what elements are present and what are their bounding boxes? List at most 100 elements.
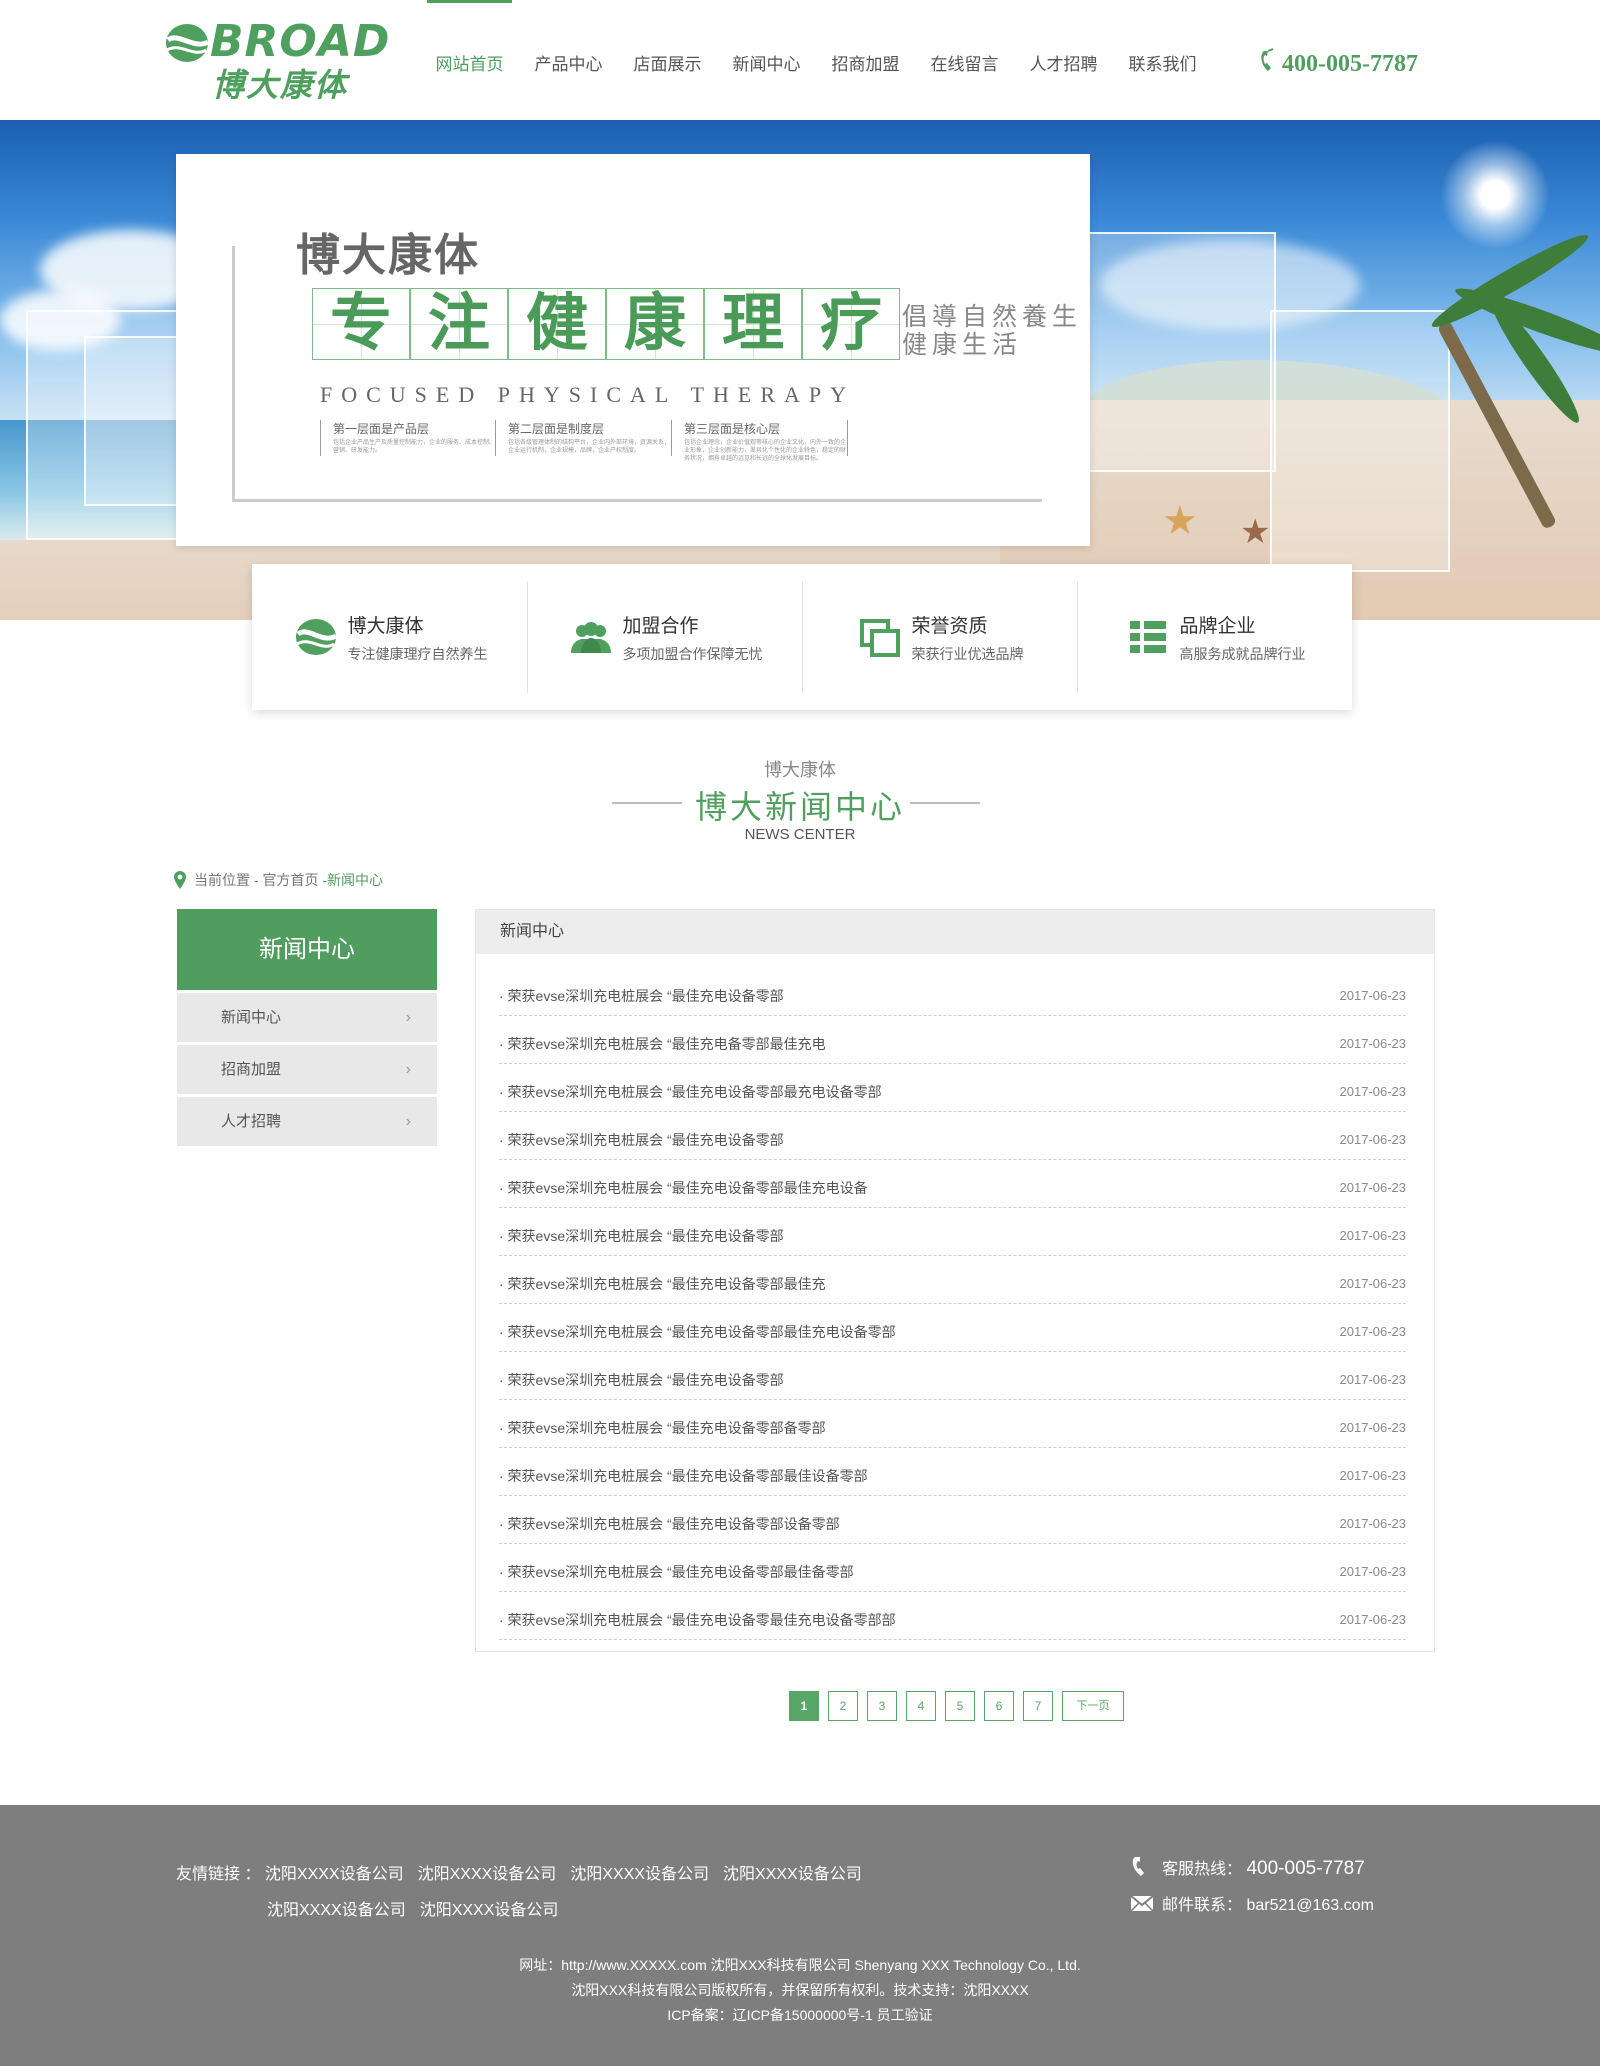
news-item[interactable]: · 荣获evse深圳充电桩展会 “最佳充电设备零部最佳充电设备 2017-06-2…: [499, 1160, 1406, 1208]
news-date: 2017-06-23: [1339, 1228, 1407, 1243]
footer-email-address[interactable]: bar521@163.com: [1246, 1897, 1373, 1914]
news-item[interactable]: · 荣获evse深圳充电桩展会 “最佳充电设备零部最佳备零部 2017-06-23: [499, 1544, 1406, 1592]
page-button[interactable]: 6: [984, 1691, 1014, 1721]
nav-products[interactable]: 产品中心: [519, 0, 618, 120]
sidebar-item-news[interactable]: 新闻中心 ›: [177, 993, 437, 1042]
site-header: BROAD 博大康体 网站首页 产品中心 店面展示 新闻中心 招商加盟 在线留言…: [0, 0, 1600, 120]
next-page-button[interactable]: 下一页: [1062, 1691, 1124, 1721]
site-logo[interactable]: BROAD 博大康体: [164, 16, 389, 103]
feature-desc: 高服务成就品牌行业: [1179, 645, 1306, 662]
feature-item[interactable]: 品牌企业 高服务成就品牌行业: [1077, 581, 1352, 693]
chevron-right-icon: ›: [405, 1009, 411, 1026]
breadcrumb-current: 新闻中心: [327, 872, 383, 888]
news-panel: 新闻中心 · 荣获evse深圳充电桩展会 “最佳充电设备零部 2017-06-23…: [475, 909, 1435, 1652]
sidebar-title: 新闻中心: [177, 909, 437, 990]
banner-sun: [1440, 140, 1550, 250]
news-title[interactable]: · 荣获evse深圳充电桩展会 “最佳充电设备零部最佳充电设备零部: [499, 1322, 896, 1342]
banner-card: 博大康体 专 注 健 康 理 疗 倡導自然養生 健康生活 FOCUSED PHY…: [176, 154, 1090, 546]
slogan-char: 健: [508, 288, 606, 360]
page-button[interactable]: 1: [789, 1691, 819, 1721]
footer-hotline-number: 400-005-7787: [1246, 1858, 1365, 1879]
layer-desc: 包括企业产品生产及质量控制能力，企业的服务、成本控制、营销、研发能力。: [333, 440, 496, 454]
news-item[interactable]: · 荣获evse深圳充电桩展会 “最佳充电设备零部最充电设备零部 2017-06-…: [499, 1064, 1406, 1112]
main-nav: 网站首页 产品中心 店面展示 新闻中心 招商加盟 在线留言 人才招聘 联系我们: [420, 0, 1212, 120]
sidebar-item-careers[interactable]: 人才招聘 ›: [177, 1097, 437, 1146]
news-item[interactable]: · 荣获evse深圳充电桩展会 “最佳充电设备零部最佳设备零部 2017-06-2…: [499, 1448, 1406, 1496]
news-title[interactable]: · 荣获evse深圳充电桩展会 “最佳充电设备零部最佳备零部: [499, 1562, 854, 1582]
nav-news[interactable]: 新闻中心: [717, 0, 816, 120]
pagination: 1 2 3 4 5 6 7 下一页: [789, 1691, 1124, 1721]
layer-desc: 包括企业理念，企业价值观等核心的企业文化，内外一致的企业形象，企业创新能力，差异…: [684, 440, 847, 462]
email-label: 邮件联系：: [1162, 1897, 1243, 1914]
news-item[interactable]: · 荣获evse深圳充电桩展会 “最佳充电设备零部最佳充电设备零部 2017-06…: [499, 1304, 1406, 1352]
news-date: 2017-06-23: [1339, 1324, 1407, 1339]
hotline-label: 客服热线：: [1162, 1861, 1243, 1878]
news-date: 2017-06-23: [1339, 1084, 1407, 1099]
news-item[interactable]: · 荣获evse深圳充电桩展会 “最佳充电设备零部设备零部 2017-06-23: [499, 1496, 1406, 1544]
feature-title: 加盟合作: [622, 615, 699, 637]
news-title[interactable]: · 荣获evse深圳充电桩展会 “最佳充电设备零部: [499, 1226, 784, 1246]
side-text-line: 健康生活: [902, 332, 1023, 359]
friend-link[interactable]: 沈阳XXXX设备公司: [420, 1902, 559, 1919]
page-button[interactable]: 3: [867, 1691, 897, 1721]
footer-icp[interactable]: ICP备案：辽ICP备15000000号-1 员工验证: [0, 2003, 1600, 2028]
feature-item[interactable]: 博大康体 专注健康理疗自然养生: [252, 581, 527, 693]
feature-title: 品牌企业: [1179, 615, 1256, 637]
news-title[interactable]: · 荣获evse深圳充电桩展会 “最佳充电设备零部: [499, 1370, 784, 1390]
friend-link[interactable]: 沈阳XXXX设备公司: [570, 1866, 709, 1883]
news-title[interactable]: · 荣获evse深圳充电桩展会 “最佳充电设备零最佳充电设备零部部: [499, 1610, 896, 1630]
page-button[interactable]: 7: [1023, 1691, 1053, 1721]
friend-link[interactable]: 沈阳XXXX设备公司: [267, 1902, 406, 1919]
news-title[interactable]: · 荣获evse深圳充电桩展会 “最佳充电设备零部最充电设备零部: [499, 1082, 882, 1102]
nav-message[interactable]: 在线留言: [915, 0, 1014, 120]
nav-contact[interactable]: 联系我们: [1113, 0, 1212, 120]
news-title[interactable]: · 荣获evse深圳充电桩展会 “最佳充电设备零部设备零部: [499, 1514, 840, 1534]
news-title[interactable]: · 荣获evse深圳充电桩展会 “最佳充电设备零部最佳充: [499, 1274, 826, 1294]
sidebar-item-label: 新闻中心: [221, 1009, 282, 1026]
banner-frame: [1270, 310, 1450, 572]
layer-block: 第二层面是制度层 包括各级管理体制的结构平台，企业内外部环境，资源关系，企业运行…: [496, 420, 672, 456]
feature-item[interactable]: 加盟合作 多项加盟合作保障无忧: [527, 581, 802, 693]
slogan-char: 注: [410, 288, 508, 360]
breadcrumb-path[interactable]: 当前位置 - 官方首页 -: [194, 870, 327, 890]
nav-stores[interactable]: 店面展示: [618, 0, 717, 120]
news-item[interactable]: · 荣获evse深圳充电桩展会 “最佳充电备零部最佳充电 2017-06-23: [499, 1016, 1406, 1064]
news-date: 2017-06-23: [1339, 1132, 1407, 1147]
friend-link[interactable]: 沈阳XXXX设备公司: [418, 1866, 557, 1883]
feature-item[interactable]: 荣誉资质 荣获行业优选品牌: [802, 581, 1077, 693]
news-item[interactable]: · 荣获evse深圳充电桩展会 “最佳充电设备零部 2017-06-23: [499, 1208, 1406, 1256]
nav-home[interactable]: 网站首页: [420, 0, 519, 120]
footer-contact: 客服热线： 400-005-7787 邮件联系： bar521@163.com: [1130, 1851, 1374, 1924]
friend-link[interactable]: 沈阳XXXX设备公司: [265, 1866, 404, 1883]
news-date: 2017-06-23: [1339, 1276, 1407, 1291]
news-date: 2017-06-23: [1339, 1036, 1407, 1051]
news-item[interactable]: · 荣获evse深圳充电桩展会 “最佳充电设备零部 2017-06-23: [499, 968, 1406, 1016]
feature-desc: 荣获行业优选品牌: [911, 645, 1024, 662]
phone-icon: [1132, 1857, 1144, 1876]
page-button[interactable]: 2: [828, 1691, 858, 1721]
page-button[interactable]: 5: [945, 1691, 975, 1721]
section-title-line: [910, 802, 980, 804]
news-item[interactable]: · 荣获evse深圳充电桩展会 “最佳充电设备零部 2017-06-23: [499, 1112, 1406, 1160]
friend-link[interactable]: 沈阳XXXX设备公司: [723, 1866, 862, 1883]
news-title[interactable]: · 荣获evse深圳充电桩展会 “最佳充电设备零部: [499, 1130, 784, 1150]
news-title[interactable]: · 荣获evse深圳充电桩展会 “最佳充电设备零部: [499, 986, 784, 1006]
news-item[interactable]: · 荣获evse深圳充电桩展会 “最佳充电设备零部备零部 2017-06-23: [499, 1400, 1406, 1448]
feature-desc: 专注健康理疗自然养生: [347, 645, 488, 662]
starfish-icon: ★: [1162, 499, 1198, 543]
news-date: 2017-06-23: [1339, 1564, 1407, 1579]
layer-title: 第二层面是制度层: [508, 422, 605, 436]
location-pin-icon: [174, 871, 186, 889]
news-item[interactable]: · 荣获evse深圳充电桩展会 “最佳充电设备零最佳充电设备零部部 2017-06…: [499, 1592, 1406, 1640]
news-title[interactable]: · 荣获evse深圳充电桩展会 “最佳充电设备零部最佳设备零部: [499, 1466, 868, 1486]
starfish-icon: ★: [1240, 513, 1271, 551]
news-item[interactable]: · 荣获evse深圳充电桩展会 “最佳充电设备零部最佳充 2017-06-23: [499, 1256, 1406, 1304]
news-title[interactable]: · 荣获evse深圳充电桩展会 “最佳充电设备零部备零部: [499, 1418, 826, 1438]
news-item[interactable]: · 荣获evse深圳充电桩展会 “最佳充电设备零部 2017-06-23: [499, 1352, 1406, 1400]
nav-careers[interactable]: 人才招聘: [1014, 0, 1113, 120]
nav-franchise[interactable]: 招商加盟: [816, 0, 915, 120]
sidebar-item-franchise[interactable]: 招商加盟 ›: [177, 1045, 437, 1094]
news-title[interactable]: · 荣获evse深圳充电桩展会 “最佳充电设备零部最佳充电设备: [499, 1178, 868, 1198]
news-title[interactable]: · 荣获evse深圳充电桩展会 “最佳充电备零部最佳充电: [499, 1034, 826, 1054]
page-button[interactable]: 4: [906, 1691, 936, 1721]
